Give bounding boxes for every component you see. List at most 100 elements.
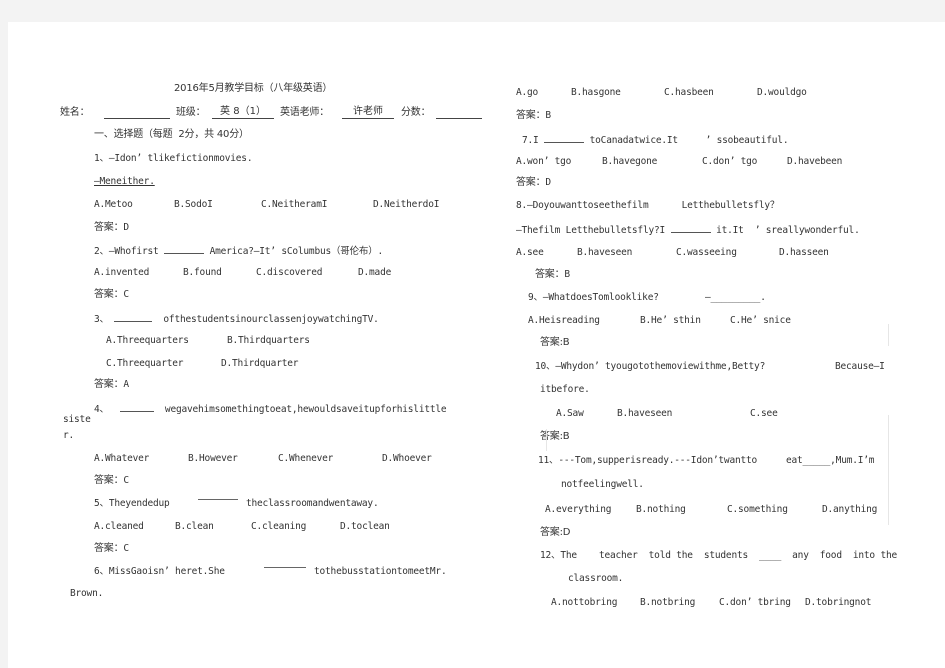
option-a[interactable]: A.nottobring — [551, 597, 617, 609]
exam-title: 2016年5月教学目标（八年级英语） — [174, 83, 333, 94]
section-heading: 一、选择题（每题 2分，共 40分） — [94, 129, 249, 140]
option-c[interactable]: C.He’ snice — [730, 315, 791, 327]
option-c[interactable]: C.hasbeen — [664, 87, 714, 99]
option-c[interactable]: C.NeitheramI — [261, 199, 327, 211]
question-stem-after: America?—It’ sColumbus（哥伦布）. — [209, 246, 384, 257]
answer-label: 答案： — [94, 289, 124, 300]
option-a[interactable]: A.won’ tgo — [516, 156, 571, 168]
option-b[interactable]: B.clean — [175, 521, 214, 533]
option-b[interactable]: B.nothing — [636, 504, 686, 516]
question-stem-after: Because—I — [835, 361, 885, 372]
answer-value: C — [123, 475, 129, 486]
option-a[interactable]: A.everything — [545, 504, 611, 516]
question-stem-wrap: Brown. — [70, 588, 104, 599]
answer-value: C — [123, 543, 129, 554]
option-c[interactable]: C.something — [727, 504, 788, 516]
answer-value: B — [545, 110, 551, 121]
option-c[interactable]: C.see — [750, 408, 778, 420]
option-d[interactable]: D.Whoever — [382, 453, 432, 465]
option-c[interactable]: C.wasseeing — [676, 247, 737, 259]
question-stem-after: theclassroomandwentaway. — [246, 498, 379, 509]
answer-label: 答案： — [535, 269, 565, 280]
name-label: 姓名： — [60, 107, 90, 118]
question-stem-before: The teacher told the students ____ any f… — [560, 550, 898, 561]
question-number: 6、 — [94, 566, 109, 577]
question-stem-wrap: itbefore. — [540, 384, 590, 395]
option-a[interactable]: A.Saw — [556, 408, 584, 420]
document-page: 2016年5月教学目标（八年级英语） 姓名： 班级： 英 8（1） 英语老师： … — [8, 22, 945, 668]
question-number: 2、 — [94, 246, 109, 257]
question-stem-after: eat_____,Mum.I’m — [786, 455, 875, 466]
option-a[interactable]: A.invented — [94, 267, 149, 279]
answer-value: D — [545, 177, 551, 188]
answer-value: C — [123, 289, 129, 300]
question-number: 8. — [516, 200, 528, 211]
question-stem-after: tothebusstationtomeetMr. — [314, 566, 447, 577]
option-c[interactable]: C.don’ tbring — [719, 597, 791, 609]
option-d[interactable]: D.wouldgo — [757, 87, 807, 99]
answer-blank — [198, 499, 238, 500]
option-a[interactable]: A.Whatever — [94, 453, 149, 465]
option-d[interactable]: D.havebeen — [787, 156, 842, 168]
option-c[interactable]: C.discovered — [256, 267, 322, 279]
option-c[interactable]: C.Threequarter — [106, 358, 183, 370]
question-stem-before: ---Tom,supperisready.---Idon’twantto — [558, 455, 758, 466]
question-stem-wrap: siste — [63, 414, 91, 425]
option-d[interactable]: D.Thirdquarter — [221, 358, 298, 370]
question-stem-wrap: r. — [63, 430, 75, 441]
option-a[interactable]: A.go — [516, 87, 538, 99]
question-stem-after: ofthestudentsinourclassenjoywatchingTV. — [163, 314, 379, 325]
option-b[interactable]: B.SodoI — [174, 199, 213, 211]
question-number: 9、 — [528, 292, 543, 303]
question-stem-wrap: classroom. — [568, 573, 624, 584]
option-d[interactable]: D.toclean — [340, 521, 390, 533]
option-a[interactable]: A.Heisreading — [528, 315, 600, 327]
option-d[interactable]: D.anything — [822, 504, 877, 516]
answer-label: 答案： — [94, 222, 124, 233]
answer-line: 答案:B — [540, 431, 570, 442]
name-field[interactable] — [104, 106, 170, 119]
question-stem: —Idon’ tlikefictionmovies. — [108, 153, 253, 164]
option-c[interactable]: C.don’ tgo — [702, 156, 757, 168]
question-stem-before: Theyendedup — [108, 498, 170, 509]
question-stem-before: —WhatdoesTomlooklike? — [542, 292, 659, 303]
class-label: 班级： — [176, 107, 206, 118]
question-number: 1、 — [94, 153, 109, 164]
teacher-field[interactable]: 许老师 — [342, 106, 394, 119]
option-a[interactable]: A.Threequarters — [106, 335, 189, 347]
option-a[interactable]: A.see — [516, 247, 544, 259]
answer-blank — [164, 244, 205, 254]
margin-mark — [546, 429, 547, 451]
question-number: 4、 — [94, 404, 109, 415]
option-d[interactable]: D.hasseen — [779, 247, 829, 259]
option-b[interactable]: B.However — [188, 453, 238, 465]
option-c[interactable]: C.Whenever — [278, 453, 333, 465]
score-label: 分数： — [401, 107, 431, 118]
option-b[interactable]: B.Thirdquarters — [227, 335, 310, 347]
option-a[interactable]: A.cleaned — [94, 521, 144, 533]
option-b[interactable]: B.haveseen — [617, 408, 672, 420]
option-b[interactable]: B.found — [183, 267, 222, 279]
option-d[interactable]: D.NeitherdoI — [373, 199, 439, 211]
answer-value: A — [123, 379, 129, 390]
option-d[interactable]: D.made — [358, 267, 391, 279]
option-d[interactable]: D.tobringnot — [805, 597, 871, 609]
answer-label: 答案： — [94, 379, 124, 390]
margin-mark — [888, 415, 889, 525]
question-stem-line1: —Doyouwanttoseethefilm Letthebulletsfly？ — [527, 200, 780, 211]
teacher-label: 英语老师： — [280, 107, 329, 118]
option-b[interactable]: B.He’ sthin — [640, 315, 701, 327]
option-b[interactable]: B.havegone — [602, 156, 657, 168]
question-stem-after: wegavehimsomethingtoeat,hewouldsaveitupf… — [164, 404, 447, 415]
answer-blank — [264, 567, 306, 568]
option-b[interactable]: B.hasgone — [571, 87, 621, 99]
option-a[interactable]: A.Metoo — [94, 199, 133, 211]
question-stem-wrap: notfeelingwell. — [561, 479, 644, 490]
answer-label: 答案： — [516, 110, 546, 121]
option-b[interactable]: B.haveseen — [577, 247, 632, 259]
margin-mark — [888, 324, 889, 346]
class-field[interactable]: 英 8（1） — [212, 106, 274, 119]
option-b[interactable]: B.notbring — [640, 597, 695, 609]
option-c[interactable]: C.cleaning — [251, 521, 306, 533]
score-field[interactable] — [436, 106, 482, 119]
